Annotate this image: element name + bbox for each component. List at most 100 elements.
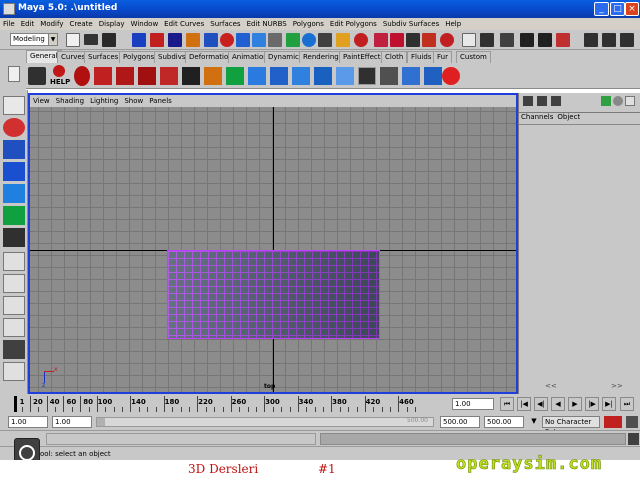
- move-tool-icon[interactable]: [204, 67, 222, 85]
- render-current-frame-icon[interactable]: [520, 33, 534, 47]
- auto-key-icon[interactable]: [604, 416, 622, 428]
- go-to-start-icon[interactable]: ⏮: [500, 397, 514, 411]
- help-button[interactable]: HELP: [50, 65, 70, 87]
- viewport-panel[interactable]: View Shading Lighting Show Panels x z top: [28, 93, 518, 394]
- select-handles-icon[interactable]: [186, 33, 200, 47]
- scale-tool-icon[interactable]: [3, 206, 25, 225]
- history-toggle-icon[interactable]: [442, 67, 460, 85]
- step-forward-frame-icon[interactable]: |▶: [585, 397, 599, 411]
- menu-edit-nurbs[interactable]: Edit NURBS: [244, 18, 290, 30]
- paint-select-tool-icon[interactable]: [3, 140, 25, 159]
- menu-set-dropdown[interactable]: Modeling ▼: [10, 33, 58, 46]
- menu-window[interactable]: Window: [128, 18, 162, 30]
- select-hierarchy-icon[interactable]: [132, 33, 146, 47]
- minimize-button[interactable]: _: [594, 2, 609, 16]
- play-backwards-icon[interactable]: ◀: [551, 397, 565, 411]
- select-joints-icon[interactable]: [204, 33, 218, 47]
- menu-help[interactable]: Help: [442, 18, 464, 30]
- render-icon[interactable]: [358, 67, 376, 85]
- menu-modify[interactable]: Modify: [37, 18, 66, 30]
- playback-start-field[interactable]: 1.00: [52, 416, 92, 428]
- tab-cloth[interactable]: Cloth: [381, 51, 408, 63]
- channel-menu-channels[interactable]: Channels: [519, 113, 555, 121]
- menu-file[interactable]: File: [0, 18, 18, 30]
- tab-fur[interactable]: Fur: [433, 51, 452, 63]
- two-pane-layout-icon[interactable]: [3, 296, 25, 315]
- snap-grid-icon[interactable]: [354, 33, 368, 47]
- select-rendering-icon[interactable]: [286, 33, 300, 47]
- playback-end-field[interactable]: 500.00: [440, 416, 480, 428]
- play-forwards-icon[interactable]: ▶: [568, 397, 582, 411]
- go-to-end-icon[interactable]: ⏭: [620, 397, 634, 411]
- channel-box-layout-icon[interactable]: [523, 96, 533, 106]
- graph-editor-icon[interactable]: [138, 67, 156, 85]
- select-surfaces-icon[interactable]: [236, 33, 250, 47]
- tab-custom[interactable]: Custom: [456, 51, 491, 63]
- manipulator-tool-icon[interactable]: [3, 228, 25, 247]
- step-forward-key-icon[interactable]: ▶|: [602, 397, 616, 411]
- scroll-right-button[interactable]: >>: [611, 380, 623, 392]
- nurbs-plane-object[interactable]: [167, 250, 380, 339]
- script-editor-icon[interactable]: [628, 433, 639, 445]
- cone-icon[interactable]: [314, 67, 332, 85]
- start-time-field[interactable]: 1.00: [8, 416, 48, 428]
- menu-surfaces[interactable]: Surfaces: [207, 18, 243, 30]
- dope-sheet-icon[interactable]: [160, 67, 178, 85]
- sphere-shortcut-icon[interactable]: [613, 96, 623, 106]
- hypergraph-icon[interactable]: [94, 67, 112, 85]
- step-back-frame-icon[interactable]: ◀|: [534, 397, 548, 411]
- sphere-icon[interactable]: [248, 67, 266, 85]
- tab-polygons[interactable]: Polygons: [119, 51, 159, 63]
- camera-icon[interactable]: [424, 67, 442, 85]
- panel-menu-shading[interactable]: Shading: [53, 95, 87, 107]
- snap-view-plane-icon[interactable]: [406, 33, 420, 47]
- select-tool-icon[interactable]: [3, 96, 25, 115]
- tab-fluids[interactable]: Fluids: [407, 51, 436, 63]
- menu-create[interactable]: Create: [66, 18, 95, 30]
- perspective-graph-layout-icon[interactable]: [3, 340, 25, 359]
- make-live-icon[interactable]: [422, 33, 436, 47]
- scroll-left-button[interactable]: <<: [545, 380, 557, 392]
- snap-point-icon[interactable]: [390, 33, 404, 47]
- plane-icon[interactable]: [336, 67, 354, 85]
- render-globals-icon[interactable]: [556, 33, 570, 47]
- single-pane-layout-icon[interactable]: [3, 252, 25, 271]
- tab-surfaces[interactable]: Surfaces: [84, 51, 123, 63]
- lock-selection-icon[interactable]: [318, 33, 332, 47]
- panel-menu-view[interactable]: View: [30, 95, 53, 107]
- outliner-icon[interactable]: [116, 67, 134, 85]
- menu-edit[interactable]: Edit: [18, 18, 38, 30]
- time-ticks[interactable]: 1 20 40 60 80 100 140 180 220 260 300 340 380 420 460: [12, 394, 444, 414]
- history-icon[interactable]: [440, 33, 454, 47]
- end-time-field[interactable]: 500.00: [484, 416, 524, 428]
- shelf-menu-icon[interactable]: [8, 66, 20, 82]
- close-button[interactable]: ×: [625, 2, 639, 16]
- panel-menu-show[interactable]: Show: [121, 95, 146, 107]
- dope-sheet-shortcut-icon[interactable]: [601, 96, 611, 106]
- menu-subdiv-surfaces[interactable]: Subdiv Surfaces: [380, 18, 442, 30]
- select-deformations-icon[interactable]: [252, 33, 266, 47]
- time-slider[interactable]: 1 20 40 60 80 100 140 180 220 260 300 340 380 420 460 …: [0, 394, 640, 414]
- ipr-icon[interactable]: [380, 67, 398, 85]
- range-start-handle[interactable]: [97, 418, 105, 426]
- move-tool-icon[interactable]: [3, 162, 25, 181]
- cube-primitive-icon[interactable]: [270, 67, 288, 85]
- channel-menu-object[interactable]: Object: [555, 113, 582, 121]
- layer-editor-icon[interactable]: [625, 96, 635, 106]
- rotate-tool-icon[interactable]: [3, 184, 25, 203]
- menu-polygons[interactable]: Polygons: [290, 18, 327, 30]
- attribute-editor-layout-icon[interactable]: [537, 96, 547, 106]
- perspective-outliner-layout-icon[interactable]: [3, 318, 25, 337]
- snap-curve-icon[interactable]: [374, 33, 388, 47]
- menu-edit-curves[interactable]: Edit Curves: [161, 18, 207, 30]
- character-set-field[interactable]: No Character Set: [542, 416, 600, 436]
- menu-edit-polygons[interactable]: Edit Polygons: [327, 18, 380, 30]
- viewport-grid[interactable]: x z top: [30, 107, 516, 392]
- select-misc-icon[interactable]: [302, 33, 316, 47]
- select-object-icon[interactable]: [150, 33, 164, 47]
- new-scene-icon[interactable]: [66, 33, 80, 47]
- help-whats-this-icon[interactable]: [74, 66, 90, 86]
- character-set-arrow-icon[interactable]: ▼: [528, 417, 540, 427]
- light-icon[interactable]: [402, 67, 420, 85]
- lasso-tool-icon[interactable]: [3, 118, 25, 137]
